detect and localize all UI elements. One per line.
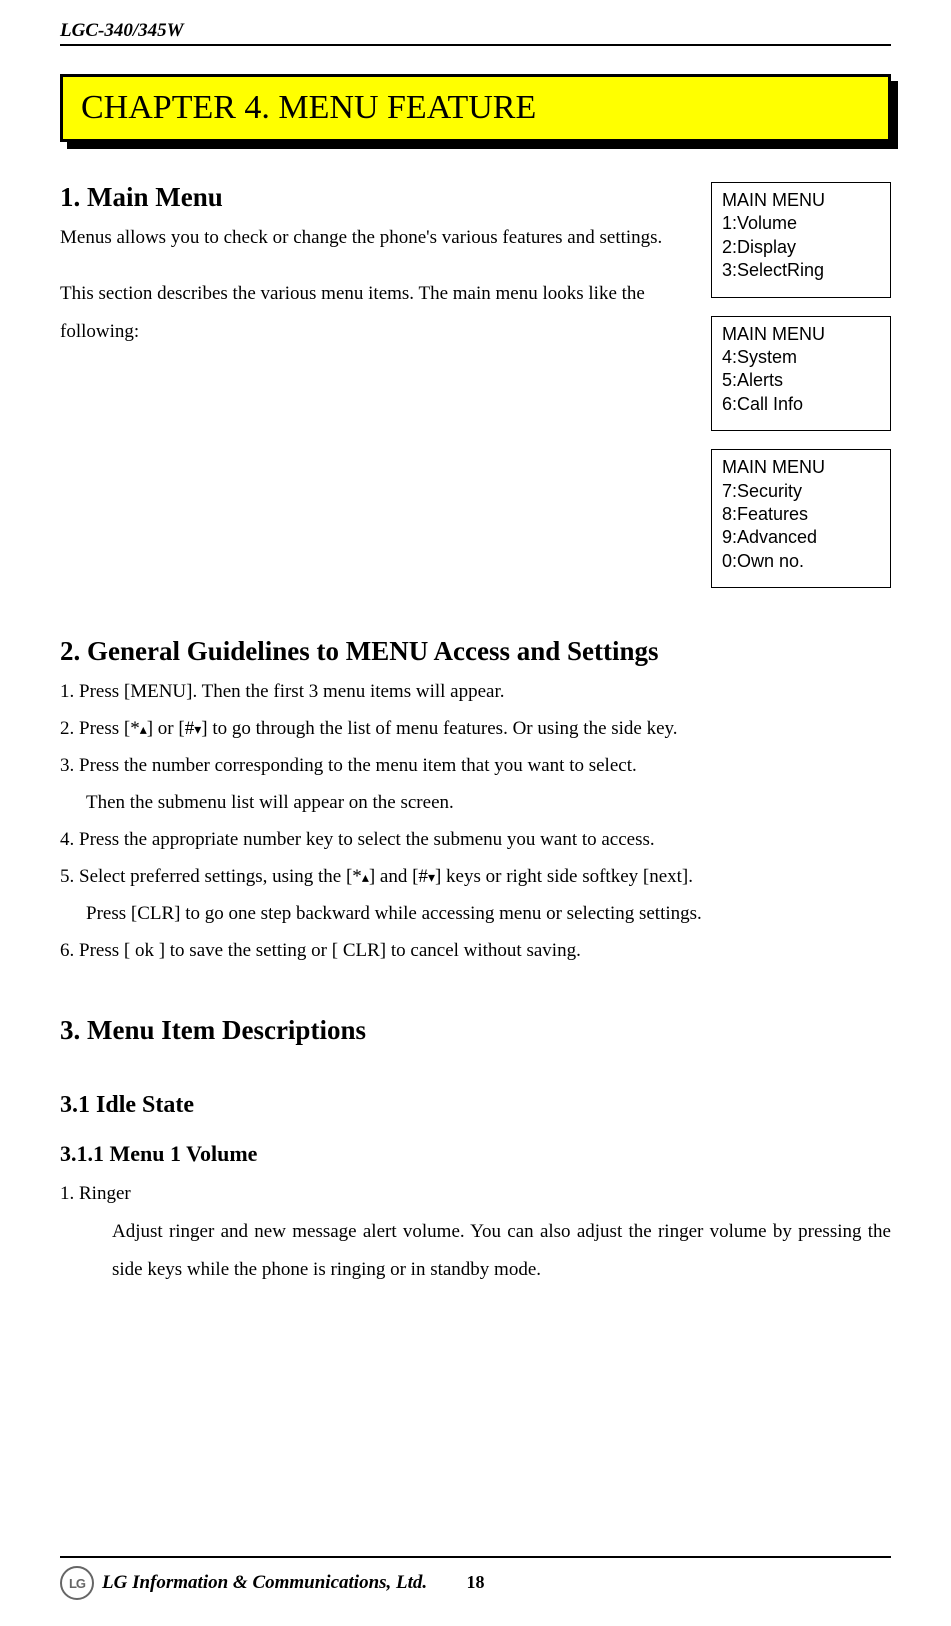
step-5-text-c: ] keys or right side softkey [next]. <box>435 866 693 887</box>
arrow-up-icon <box>362 866 369 887</box>
ringer-body: Adjust ringer and new message alert volu… <box>60 1213 891 1289</box>
header-model: LGC-340/345W <box>60 20 891 42</box>
section-3-1-heading: 3.1 Idle State <box>60 1092 891 1119</box>
step-5-text-b: ] and [# <box>369 866 428 887</box>
step-2-text-b: ] or [# <box>147 718 194 739</box>
step-2-text-c: ] to go through the list of menu feature… <box>201 718 677 739</box>
menu-box-title: MAIN MENU <box>722 456 880 479</box>
step-4: 4. Press the appropriate number key to s… <box>60 821 891 858</box>
step-2: 2. Press [* ] or [# ] to go through the li… <box>60 710 891 747</box>
menu-box-line: 5:Alerts <box>722 369 880 392</box>
menu-box-line: 8:Features <box>722 503 880 526</box>
menu-box-line: 2:Display <box>722 236 880 259</box>
footer-rule <box>60 1556 891 1558</box>
page-footer: LG LG Information & Communications, Ltd.… <box>60 1556 891 1600</box>
step-5-text-a: 5. Select preferred settings, using the … <box>60 866 362 887</box>
main-menu-box-2: MAIN MENU 4:System 5:Alerts 6:Call Info <box>711 316 891 432</box>
footer-row: LG LG Information & Communications, Ltd.… <box>60 1566 891 1600</box>
header-rule <box>60 44 891 46</box>
step-6: 6. Press [ ok ] to save the setting or [… <box>60 932 891 969</box>
section-2-heading: 2. General Guidelines to MENU Access and… <box>60 636 891 667</box>
lg-logo-icon: LG <box>60 1566 94 1600</box>
step-1: 1. Press [MENU]. Then the first 3 menu i… <box>60 673 891 710</box>
section-3-heading: 3. Menu Item Descriptions <box>60 1015 891 1046</box>
menu-box-line: 3:SelectRing <box>722 259 880 282</box>
main-menu-box-1: MAIN MENU 1:Volume 2:Display 3:SelectRin… <box>711 182 891 298</box>
menu-box-line: 1:Volume <box>722 212 880 235</box>
menu-box-line: 7:Security <box>722 480 880 503</box>
menu-box-line: 0:Own no. <box>722 550 880 573</box>
step-3-sub: Then the submenu list will appear on the… <box>60 784 891 821</box>
arrow-up-icon <box>140 718 147 739</box>
section-2-steps: 1. Press [MENU]. Then the first 3 menu i… <box>60 673 891 969</box>
main-menu-box-3: MAIN MENU 7:Security 8:Features 9:Advanc… <box>711 449 891 588</box>
page-number: 18 <box>467 1572 485 1593</box>
chapter-title-box: CHAPTER 4. MENU FEATURE <box>60 74 891 142</box>
step-5: 5. Select preferred settings, using the … <box>60 858 891 895</box>
chapter-title: CHAPTER 4. MENU FEATURE <box>60 74 891 142</box>
section-3-1-1-heading: 3.1.1 Menu 1 Volume <box>60 1141 891 1167</box>
footer-company: LG Information & Communications, Ltd. <box>102 1572 427 1594</box>
arrow-down-icon <box>428 866 435 887</box>
menu-box-title: MAIN MENU <box>722 323 880 346</box>
step-3: 3. Press the number corresponding to the… <box>60 747 891 784</box>
menu-box-title: MAIN MENU <box>722 189 880 212</box>
menu-box-line: 4:System <box>722 346 880 369</box>
step-5-sub: Press [CLR] to go one step backward whil… <box>60 895 891 932</box>
menu-box-line: 9:Advanced <box>722 526 880 549</box>
step-2-text-a: 2. Press [* <box>60 718 140 739</box>
main-menu-preview-column: MAIN MENU 1:Volume 2:Display 3:SelectRin… <box>711 182 891 606</box>
ringer-label: 1. Ringer <box>60 1175 891 1213</box>
menu-box-line: 6:Call Info <box>722 393 880 416</box>
